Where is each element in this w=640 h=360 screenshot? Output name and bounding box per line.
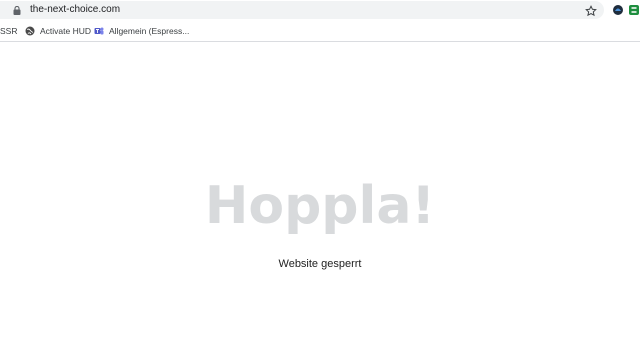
bookmark-activate-hud[interactable]: Activate HUD bbox=[25, 24, 91, 38]
lock-icon[interactable] bbox=[13, 6, 21, 15]
page-headline: Hoppla! bbox=[204, 176, 436, 236]
bookmark-label: Allgemein (Espress... bbox=[109, 26, 190, 36]
teams-icon bbox=[94, 27, 104, 35]
blocked-message: Website gesperrt bbox=[278, 258, 362, 270]
url-text[interactable]: the-next-choice.com bbox=[30, 3, 120, 17]
browser-toolbar: the-next-choice.com bbox=[0, 0, 640, 20]
bookmark-allgemein[interactable]: Allgemein (Espress... bbox=[94, 24, 189, 38]
extension-icon[interactable] bbox=[628, 4, 640, 16]
bookmark-label: SSR bbox=[0, 26, 18, 36]
extension-icon[interactable] bbox=[612, 4, 624, 16]
browser-window: the-next-choice.com SSR Activate HUD All… bbox=[0, 0, 640, 360]
page-content: Hoppla! Website gesperrt bbox=[0, 42, 640, 360]
address-bar[interactable]: the-next-choice.com bbox=[0, 1, 604, 19]
bookmark-ssr[interactable]: SSR bbox=[0, 24, 17, 38]
bookmark-star-icon[interactable] bbox=[584, 4, 598, 18]
bookmarks-bar: SSR Activate HUD Allgemein (Espress... bbox=[0, 20, 640, 42]
globe-icon bbox=[25, 26, 35, 36]
bookmark-label: Activate HUD bbox=[40, 26, 92, 36]
